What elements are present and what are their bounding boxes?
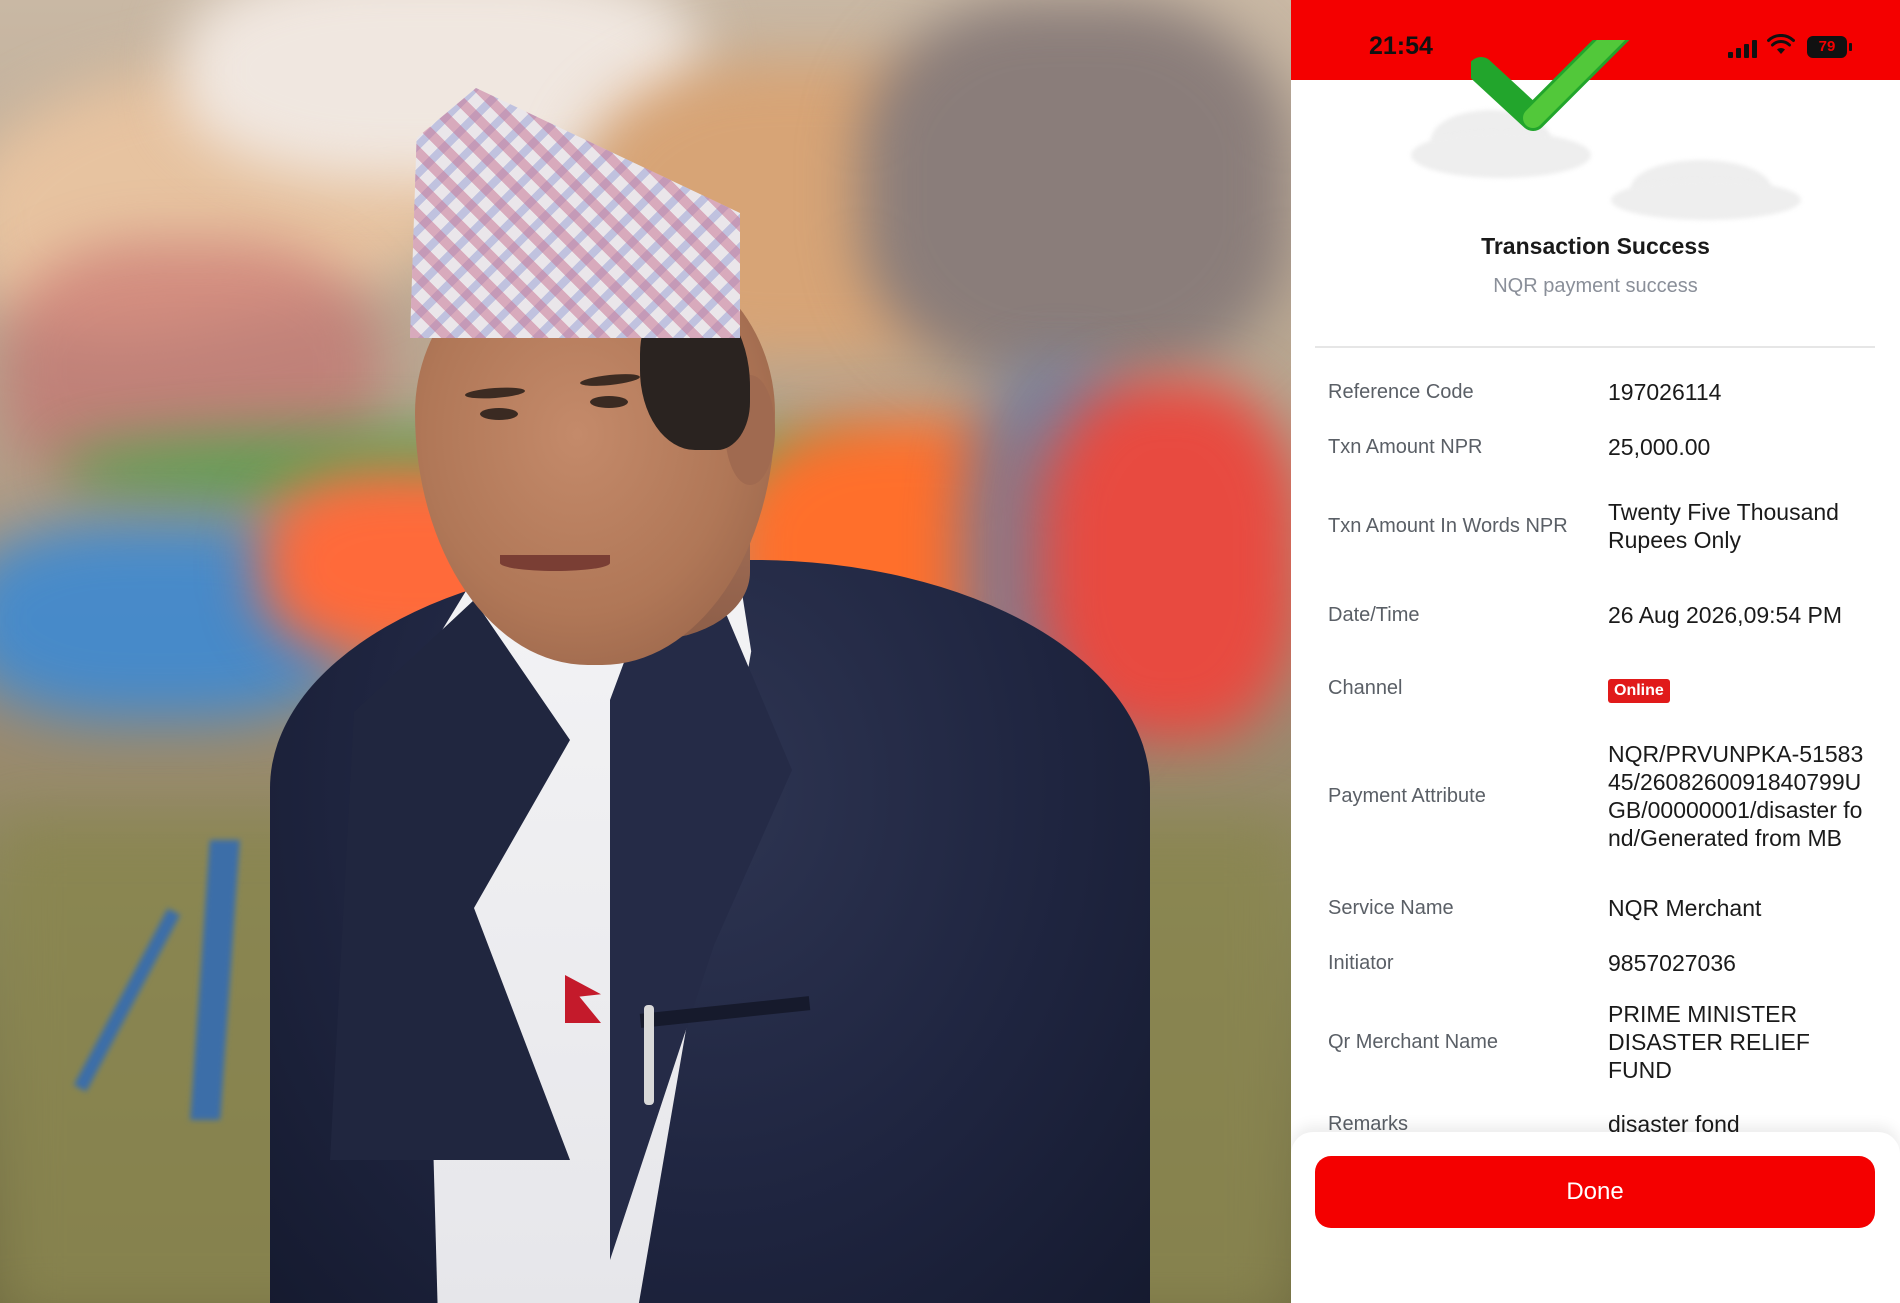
detail-value: Online xyxy=(1608,673,1868,703)
person-figure xyxy=(0,0,1291,1303)
cloud-icon xyxy=(1611,180,1801,220)
status-badge: Online xyxy=(1608,679,1670,703)
detail-row-date-time: Date/Time 26 Aug 2026,09:54 PM xyxy=(1328,583,1888,647)
checkmark-icon xyxy=(1471,40,1630,131)
detail-label: Txn Amount In Words NPR xyxy=(1328,514,1568,537)
bottom-action-bar: Done xyxy=(1291,1132,1900,1303)
detail-value: 197026114 xyxy=(1608,379,1722,405)
divider xyxy=(1315,346,1875,348)
mouth xyxy=(500,555,610,571)
detail-row-service-name: Service Name NQR Merchant xyxy=(1328,888,1888,928)
phone-screen: 21:54 79 Transaction Success NQR payment… xyxy=(1291,0,1900,1303)
detail-value: 9857027036 xyxy=(1608,950,1736,976)
detail-row-reference-code: Reference Code 197026114 xyxy=(1328,372,1888,412)
status-time: 21:54 xyxy=(1369,32,1433,60)
detail-label: Txn Amount NPR xyxy=(1328,435,1483,458)
page-title: Transaction Success xyxy=(1481,233,1710,259)
detail-row-txn-amount: Txn Amount NPR 25,000.00 xyxy=(1328,427,1888,467)
detail-row-initiator: Initiator 9857027036 xyxy=(1328,943,1888,983)
detail-value: PRIME MINISTER DISASTER RELIEF FUND xyxy=(1608,1001,1810,1083)
detail-row-amount-in-words: Txn Amount In Words NPR Twenty Five Thou… xyxy=(1328,482,1888,570)
detail-label: Service Name xyxy=(1328,896,1454,919)
done-button[interactable]: Done xyxy=(1315,1156,1875,1228)
detail-row-merchant-name: Qr Merchant Name PRIME MINISTER DISASTER… xyxy=(1328,998,1888,1086)
detail-value: NQR/PRVUNPKA-5158345/2608260091840799UGB… xyxy=(1608,741,1864,851)
pen xyxy=(644,1005,654,1105)
detail-label: Initiator xyxy=(1328,951,1394,974)
cellular-signal-icon xyxy=(1728,38,1758,58)
portrait-photo xyxy=(0,0,1291,1303)
detail-label: Qr Merchant Name xyxy=(1328,1030,1499,1053)
detail-row-channel: Channel Online xyxy=(1328,668,1888,708)
detail-label: Reference Code xyxy=(1328,380,1474,403)
eye xyxy=(590,396,628,408)
battery-icon: 79 xyxy=(1807,36,1852,58)
page-subtitle: NQR payment success xyxy=(1493,275,1698,297)
detail-value: 26 Aug 2026,09:54 PM xyxy=(1608,602,1843,628)
detail-label: Channel xyxy=(1328,676,1403,699)
detail-label: Payment Attribute xyxy=(1328,784,1486,807)
detail-label: Date/Time xyxy=(1328,603,1420,626)
wifi-icon xyxy=(1767,34,1795,54)
detail-value: 25,000.00 xyxy=(1608,434,1711,460)
eye xyxy=(480,408,518,420)
detail-value: Twenty Five Thousand Rupees Only xyxy=(1608,499,1839,553)
detail-row-payment-attribute: Payment Attribute NQR/PRVUNPKA-5158345/2… xyxy=(1328,725,1888,867)
detail-value: NQR Merchant xyxy=(1608,895,1762,921)
success-illustration xyxy=(1291,40,1900,220)
dhaka-topi-hat xyxy=(410,88,740,338)
